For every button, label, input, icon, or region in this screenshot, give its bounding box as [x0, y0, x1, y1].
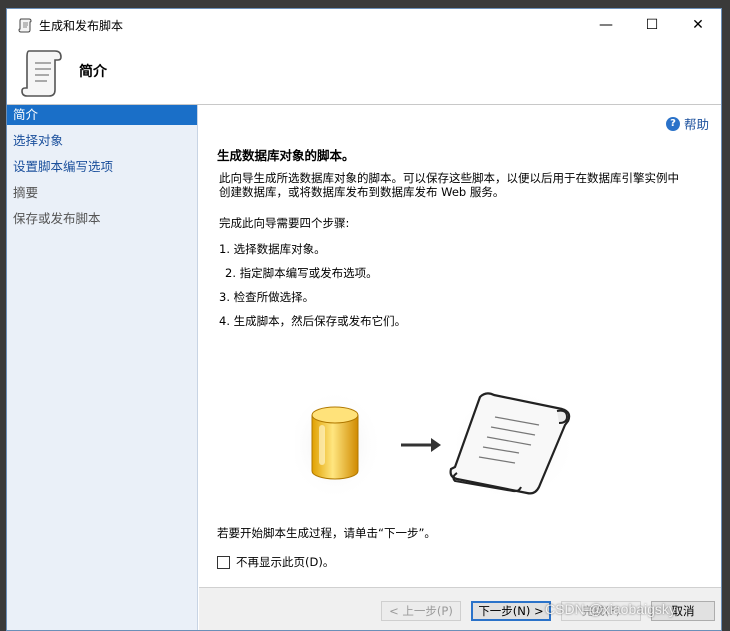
help-label: 帮助: [683, 117, 709, 132]
next-button[interactable]: 下一步(N) >: [471, 601, 551, 621]
page-title: 简介: [79, 64, 107, 80]
content-pane: ? 帮助 生成数据库对象的脚本。 此向导生成所选数据库对象的脚本。可以保存这些脚…: [199, 105, 721, 587]
step-item: 2. 指定脚本编写或发布选项。: [225, 266, 378, 280]
previous-button: < 上一步(P): [381, 601, 461, 621]
help-link[interactable]: ? 帮助: [665, 114, 709, 133]
sidebar-item-save-publish: 保存或发布脚本: [13, 211, 101, 226]
script-scroll-icon: [18, 18, 32, 33]
help-icon: ?: [665, 116, 680, 131]
description: 此向导生成所选数据库对象的脚本。可以保存这些脚本，以便以后用于在数据库引擎实例中…: [219, 171, 709, 199]
minimize-icon: —: [599, 17, 613, 33]
close-icon: ✕: [692, 17, 704, 33]
step-item: 4. 生成脚本，然后保存或发布它们。: [219, 314, 407, 328]
wizard-window: 生成和发布脚本 — ☐ ✕ 简介 简介 选择对象 设置脚本编写选项 摘要 保存或…: [6, 8, 722, 631]
database-to-script-illustration: [295, 387, 577, 503]
title-bar[interactable]: 生成和发布脚本 — ☐ ✕: [7, 9, 721, 41]
window-title: 生成和发布脚本: [39, 19, 124, 33]
cancel-button[interactable]: 取消: [651, 601, 715, 621]
description-line: 此向导生成所选数据库对象的脚本。可以保存这些脚本，以便以后用于在数据库引擎实例中: [219, 171, 679, 185]
checkbox-label[interactable]: 不再显示此页(D)。: [236, 554, 334, 570]
script-scroll-icon: [21, 50, 62, 97]
maximize-button[interactable]: ☐: [629, 9, 675, 41]
dont-show-again-checkbox[interactable]: [217, 555, 230, 569]
start-instruction: 若要开始脚本生成过程，请单击“下一步”。: [217, 526, 436, 540]
sidebar-item-choose-objects[interactable]: 选择对象: [7, 131, 197, 151]
sidebar-item-intro[interactable]: 简介: [7, 105, 197, 125]
minimize-button[interactable]: —: [583, 9, 629, 41]
wizard-nav: 简介 选择对象 设置脚本编写选项 摘要 保存或发布脚本: [7, 105, 198, 630]
finish-button: 完成(F): [561, 601, 641, 621]
page-header: 简介: [7, 41, 721, 105]
step-item: 1. 选择数据库对象。: [219, 242, 326, 256]
steps-intro: 完成此向导需要四个步骤:: [219, 216, 350, 230]
arrow-right-icon: [401, 438, 441, 452]
maximize-icon: ☐: [645, 17, 659, 33]
description-line: 创建数据库，或将数据库发布到数据库发布 Web 服务。: [219, 185, 505, 199]
content-heading: 生成数据库对象的脚本。: [217, 148, 355, 163]
wizard-footer: < 上一步(P) 下一步(N) > 完成(F) 取消: [199, 587, 721, 630]
dont-show-again-option[interactable]: 不再显示此页(D)。: [217, 554, 334, 570]
database-icon: [311, 406, 359, 480]
step-item: 3. 检查所做选择。: [219, 290, 315, 304]
sidebar-item-scripting-options[interactable]: 设置脚本编写选项: [7, 157, 197, 177]
sidebar-item-summary: 摘要: [13, 185, 39, 200]
close-button[interactable]: ✕: [675, 9, 721, 41]
